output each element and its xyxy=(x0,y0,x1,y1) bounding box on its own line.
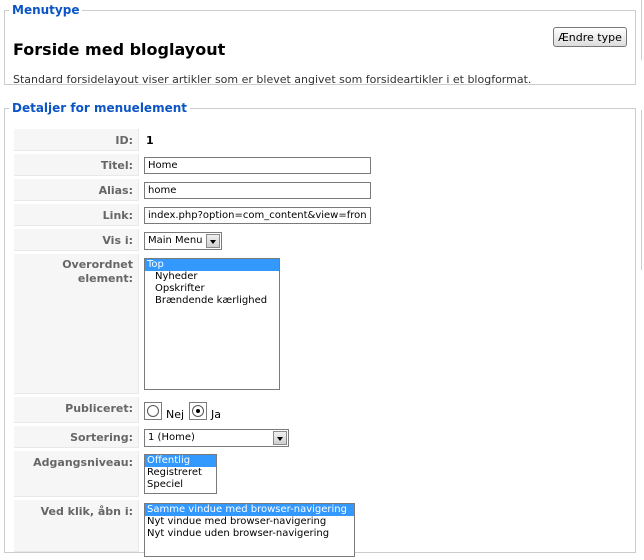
row-parent: Overordnet element: Top Nyheder Opskrift… xyxy=(14,254,635,394)
on-click-option-same-window[interactable]: Samme vindue med browser-navigering xyxy=(145,504,354,516)
published-yes-label: Ja xyxy=(211,408,221,421)
show-in-label: Vis i: xyxy=(14,229,139,251)
menu-select-value: Main Menu xyxy=(148,235,203,246)
parent-option-top[interactable]: Top xyxy=(145,259,279,271)
details-legend: Detaljer for menuelement xyxy=(12,101,187,115)
chevron-down-icon[interactable] xyxy=(273,431,287,445)
change-type-button[interactable]: Ændre type xyxy=(553,27,627,47)
row-ordering: Sortering: 1 (Home) xyxy=(14,426,635,448)
ordering-select-value: 1 (Home) xyxy=(148,432,195,443)
published-no-label: Nej xyxy=(166,408,185,421)
right-edge-divider-lower xyxy=(641,110,642,270)
title-label: Titel: xyxy=(14,154,139,176)
parent-label: Overordnet element: xyxy=(14,254,139,394)
radio-unchecked-icon[interactable] xyxy=(147,405,159,417)
on-click-option-new-window-no-nav[interactable]: Nyt vindue uden browser-navigering xyxy=(145,528,354,540)
menu-type-title: Forside med bloglayout xyxy=(13,40,226,59)
row-published: Publiceret: Nej Ja xyxy=(14,397,635,423)
published-yes-radio[interactable]: Ja xyxy=(189,401,221,421)
published-no-radio[interactable]: Nej xyxy=(144,401,184,421)
parent-listbox[interactable]: Top Nyheder Opskrifter Brændende kærligh… xyxy=(144,258,280,390)
radio-checked-icon[interactable] xyxy=(192,405,204,417)
menu-select[interactable]: Main Menu xyxy=(144,232,222,250)
parent-option-nyheder[interactable]: Nyheder xyxy=(145,271,279,283)
parent-option-opskrifter[interactable]: Opskrifter xyxy=(145,283,279,295)
menutype-fieldset: Menutype Forside med bloglayout Ændre ty… xyxy=(4,3,636,86)
row-link: Link: xyxy=(14,204,635,226)
menu-type-description: Standard forsidelayout viser artikler so… xyxy=(13,73,532,86)
chevron-down-icon[interactable] xyxy=(206,234,220,248)
link-input[interactable] xyxy=(144,207,371,224)
right-edge-divider xyxy=(641,0,642,60)
access-option-public[interactable]: Offentlig xyxy=(145,455,216,467)
on-click-listbox[interactable]: Samme vindue med browser-navigering Nyt … xyxy=(144,503,355,557)
alias-label: Alias: xyxy=(14,179,139,201)
row-access: Adgangsniveau: Offentlig Registreret Spe… xyxy=(14,451,635,497)
ordering-select[interactable]: 1 (Home) xyxy=(144,429,289,447)
row-alias: Alias: xyxy=(14,179,635,201)
access-option-registered[interactable]: Registreret xyxy=(145,467,216,479)
access-listbox[interactable]: Offentlig Registreret Speciel xyxy=(144,454,217,494)
row-on-click: Ved klik, åbn i: Samme vindue med browse… xyxy=(14,500,635,560)
details-fieldset: Detaljer for menuelement ID: 1 Titel: Al… xyxy=(4,101,636,557)
id-label: ID: xyxy=(14,129,139,151)
access-label: Adgangsniveau: xyxy=(14,451,139,497)
access-option-special[interactable]: Speciel xyxy=(145,479,216,491)
parent-option-braendende[interactable]: Brændende kærlighed xyxy=(145,295,279,307)
title-input[interactable] xyxy=(144,157,371,174)
row-id: ID: 1 xyxy=(14,129,635,151)
row-title: Titel: xyxy=(14,154,635,176)
on-click-option-new-window-nav[interactable]: Nyt vindue med browser-navigering xyxy=(145,516,354,528)
menutype-legend: Menutype xyxy=(12,3,80,17)
id-value: 1 xyxy=(146,134,154,147)
ordering-label: Sortering: xyxy=(14,426,139,448)
on-click-label: Ved klik, åbn i: xyxy=(14,500,139,552)
link-label: Link: xyxy=(14,204,139,226)
published-label: Publiceret: xyxy=(14,397,139,423)
row-show-in: Vis i: Main Menu xyxy=(14,229,635,251)
alias-input[interactable] xyxy=(144,182,371,199)
